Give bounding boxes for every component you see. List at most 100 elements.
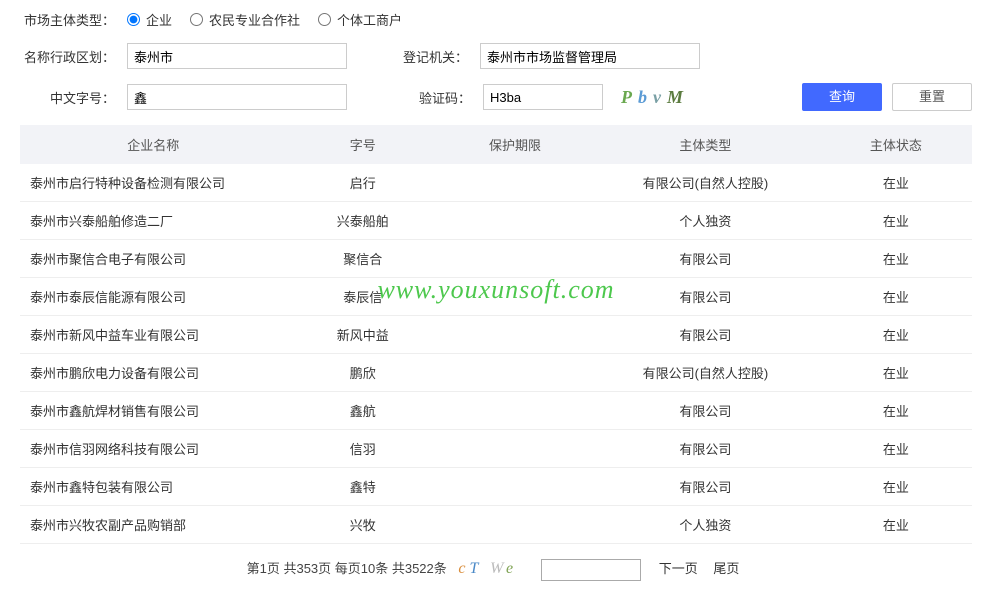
cell-period [439, 240, 591, 278]
pagination-captcha[interactable]: cT We [458, 560, 525, 577]
captcha-char-2: b [638, 87, 653, 107]
cell-type: 有限公司 [591, 316, 819, 354]
cell-status: 在业 [820, 430, 972, 468]
cell-brand: 鑫特 [287, 468, 439, 506]
last-page-link[interactable]: 尾页 [713, 561, 739, 576]
cell-brand: 聚信合 [287, 240, 439, 278]
registry-input[interactable] [480, 43, 700, 69]
cell-brand: 泰辰信 [287, 278, 439, 316]
captcha-char-1: P [621, 87, 638, 107]
table-row: 泰州市兴牧农副产品购销部兴牧 个人独资在业 [20, 506, 972, 544]
entity-type-radio-group: 企业 农民专业合作社 个体工商户 [127, 10, 402, 29]
cell-brand: 启行 [287, 164, 439, 202]
radio-coop-input[interactable] [190, 13, 203, 26]
radio-individual-input[interactable] [318, 13, 331, 26]
table-header-row: 企业名称 字号 保护期限 主体类型 主体状态 [20, 125, 972, 164]
cell-period [439, 354, 591, 392]
cell-name: 泰州市鑫特包装有限公司 [20, 468, 287, 506]
row-region-registry: 名称行政区划： 登记机关： [20, 43, 972, 69]
cell-period [439, 278, 591, 316]
cell-type: 有限公司 [591, 430, 819, 468]
col-type: 主体类型 [591, 125, 819, 164]
form-actions: 查询 重置 [802, 83, 972, 111]
captcha-label: 验证码： [403, 88, 471, 107]
cell-name: 泰州市启行特种设备检测有限公司 [20, 164, 287, 202]
col-brand: 字号 [287, 125, 439, 164]
cell-period [439, 164, 591, 202]
col-status: 主体状态 [820, 125, 972, 164]
table-row: 泰州市信羽网络科技有限公司信羽 有限公司在业 [20, 430, 972, 468]
cell-type: 有限公司(自然人控股) [591, 354, 819, 392]
cell-status: 在业 [820, 202, 972, 240]
table-row: 泰州市启行特种设备检测有限公司启行有限公司(自然人控股)在业 [20, 164, 972, 202]
radio-individual[interactable]: 个体工商户 [318, 10, 402, 29]
table-row: 泰州市新风中益车业有限公司新风中益 有限公司在业 [20, 316, 972, 354]
cell-status: 在业 [820, 354, 972, 392]
page-jump-input[interactable] [541, 559, 641, 581]
query-button[interactable]: 查询 [802, 83, 882, 111]
table-row: 泰州市聚信合电子有限公司聚信合 有限公司在业 [20, 240, 972, 278]
cn-name-label: 中文字号： [20, 88, 115, 107]
cell-brand: 鑫航 [287, 392, 439, 430]
cell-status: 在业 [820, 468, 972, 506]
col-name: 企业名称 [20, 125, 287, 164]
table-row: 泰州市泰辰信能源有限公司泰辰信 有限公司在业 [20, 278, 972, 316]
cell-type: 个人独资 [591, 506, 819, 544]
cell-name: 泰州市聚信合电子有限公司 [20, 240, 287, 278]
cell-type: 个人独资 [591, 202, 819, 240]
cell-period [439, 430, 591, 468]
cell-period [439, 202, 591, 240]
radio-enterprise[interactable]: 企业 [127, 10, 172, 29]
cell-status: 在业 [820, 506, 972, 544]
cell-period [439, 316, 591, 354]
region-input[interactable] [127, 43, 347, 69]
region-label: 名称行政区划： [20, 47, 115, 66]
table-row: 泰州市鑫航焊材销售有限公司鑫航 有限公司在业 [20, 392, 972, 430]
cell-brand: 兴泰船舶 [287, 202, 439, 240]
radio-individual-label: 个体工商户 [337, 10, 402, 29]
cell-brand: 兴牧 [287, 506, 439, 544]
row-name-captcha: 中文字号： 验证码： PbvM 查询 重置 [20, 83, 972, 111]
cell-brand: 新风中益 [287, 316, 439, 354]
cell-type: 有限公司 [591, 468, 819, 506]
reset-button[interactable]: 重置 [892, 83, 972, 111]
captcha-char-3: v [653, 87, 667, 107]
pcaptcha-2: T [470, 560, 483, 577]
cell-type: 有限公司 [591, 278, 819, 316]
cell-period [439, 506, 591, 544]
cell-status: 在业 [820, 316, 972, 354]
cell-period [439, 392, 591, 430]
cell-period [439, 468, 591, 506]
row-entity-type: 市场主体类型： 企业 农民专业合作社 个体工商户 [20, 10, 972, 29]
cell-status: 在业 [820, 240, 972, 278]
cell-name: 泰州市兴牧农副产品购销部 [20, 506, 287, 544]
captcha-input[interactable] [483, 84, 603, 110]
radio-enterprise-input[interactable] [127, 13, 140, 26]
captcha-image[interactable]: PbvM [621, 87, 689, 108]
cn-name-input[interactable] [127, 84, 347, 110]
radio-coop-label: 农民专业合作社 [209, 10, 300, 29]
cell-type: 有限公司(自然人控股) [591, 164, 819, 202]
cell-brand: 信羽 [287, 430, 439, 468]
registry-label: 登记机关： [403, 47, 468, 66]
captcha-char-4: M [667, 87, 689, 107]
cell-type: 有限公司 [591, 240, 819, 278]
table-row: 泰州市鹏欣电力设备有限公司鹏欣 有限公司(自然人控股)在业 [20, 354, 972, 392]
cell-name: 泰州市鹏欣电力设备有限公司 [20, 354, 287, 392]
cell-type: 有限公司 [591, 392, 819, 430]
cell-status: 在业 [820, 392, 972, 430]
radio-coop[interactable]: 农民专业合作社 [190, 10, 300, 29]
cell-name: 泰州市泰辰信能源有限公司 [20, 278, 287, 316]
table-body: 泰州市启行特种设备检测有限公司启行有限公司(自然人控股)在业泰州市兴泰船舶修造二… [20, 164, 972, 544]
pcaptcha-4: e [506, 560, 517, 577]
cell-name: 泰州市新风中益车业有限公司 [20, 316, 287, 354]
table-row: 泰州市鑫特包装有限公司鑫特 有限公司在业 [20, 468, 972, 506]
cell-name: 泰州市兴泰船舶修造二厂 [20, 202, 287, 240]
cell-brand: 鹏欣 [287, 354, 439, 392]
entity-type-label: 市场主体类型： [20, 10, 115, 29]
cell-name: 泰州市信羽网络科技有限公司 [20, 430, 287, 468]
cell-name: 泰州市鑫航焊材销售有限公司 [20, 392, 287, 430]
table-row: 泰州市兴泰船舶修造二厂兴泰船舶 个人独资在业 [20, 202, 972, 240]
next-page-link[interactable]: 下一页 [659, 561, 698, 576]
cell-status: 在业 [820, 278, 972, 316]
